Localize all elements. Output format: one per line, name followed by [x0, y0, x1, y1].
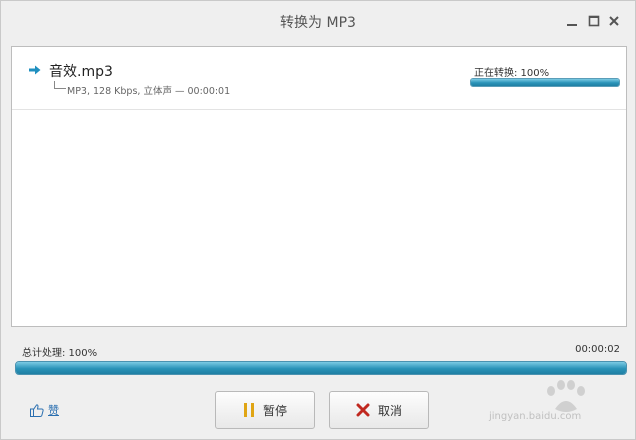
conversion-status: 正在转换: 100%	[474, 68, 550, 79]
list-item[interactable]: 音效.mp3 MP3, 128 Kbps, 立体声 — 00:00:01 正在转…	[12, 47, 626, 110]
close-icon[interactable]	[607, 14, 621, 28]
minimize-icon[interactable]	[565, 14, 579, 28]
like-label: 赞	[48, 404, 59, 417]
cancel-button[interactable]: 取消	[329, 391, 429, 429]
elapsed-time: 00:00:02	[575, 344, 620, 355]
pause-button[interactable]: 暂停	[215, 391, 315, 429]
total-progress-label: 总计处理: 100%	[22, 348, 98, 359]
file-info: MP3, 128 Kbps, 立体声 — 00:00:01	[67, 86, 231, 97]
watermark-text: jingyan.baidu.com	[489, 411, 582, 422]
baidu-watermark	[547, 380, 585, 412]
arrow-right-icon	[29, 65, 41, 75]
file-progress-bar	[470, 78, 620, 87]
file-list: 音效.mp3 MP3, 128 Kbps, 立体声 — 00:00:01 正在转…	[11, 46, 627, 327]
cancel-x-icon	[356, 403, 370, 417]
convert-window: 转换为 MP3 音效.mp3 MP3, 128 Kbps, 立体声 — 00:0…	[0, 0, 636, 440]
maximize-icon[interactable]	[587, 14, 601, 28]
file-name: 音效.mp3	[49, 64, 113, 80]
pause-label: 暂停	[262, 403, 287, 418]
file-progress-fill	[471, 79, 619, 86]
tree-branch-icon	[54, 81, 66, 89]
pause-icon	[243, 403, 254, 417]
window-title: 转换为 MP3	[280, 15, 356, 31]
cancel-label: 取消	[377, 403, 402, 418]
like-link[interactable]: 赞	[30, 402, 59, 418]
thumbs-up-icon	[30, 403, 44, 417]
title-bar[interactable]: 转换为 MP3	[1, 1, 635, 43]
